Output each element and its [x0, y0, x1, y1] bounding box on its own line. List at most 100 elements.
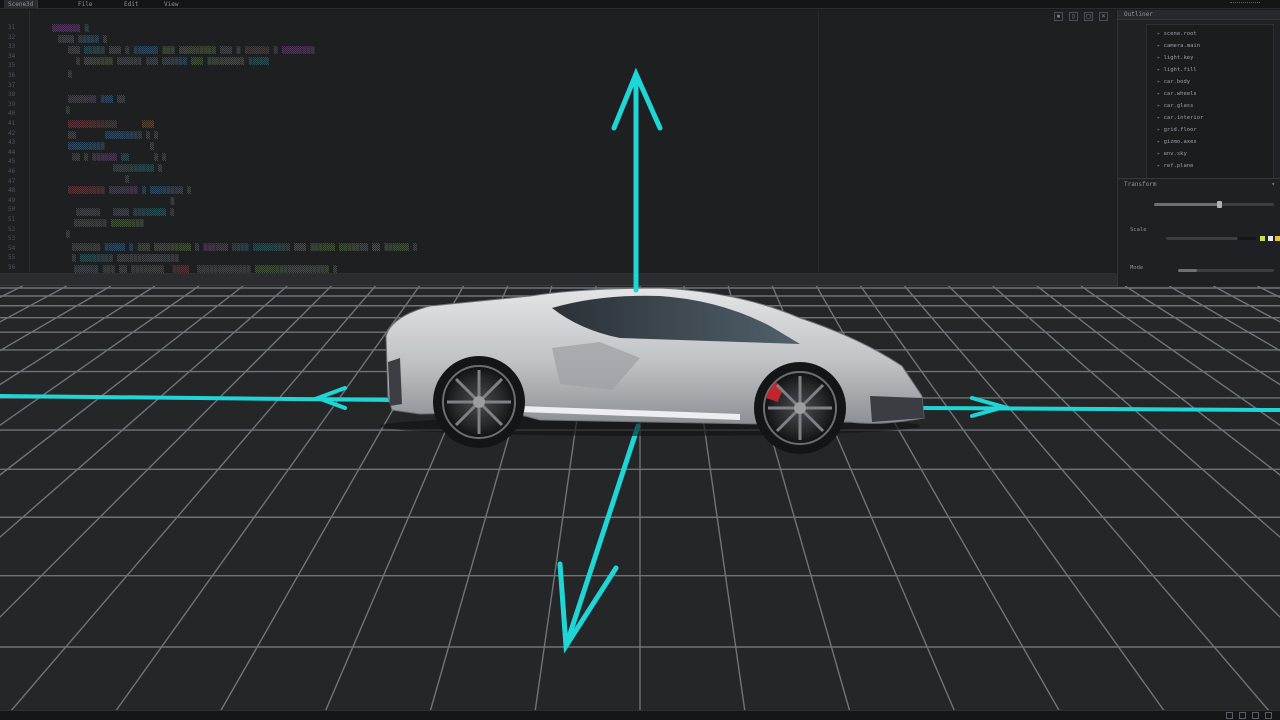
code-line: ░░░░░░░░░░ ░	[113, 164, 163, 172]
scale-slider[interactable]	[1166, 237, 1256, 240]
code-line: ░░ ░░░░░░░░░ ░ ░	[68, 131, 159, 139]
menu-edit[interactable]: Edit	[120, 0, 142, 9]
code-line: ░░░░ ░░░░░ ░	[58, 35, 108, 43]
window-drag-area[interactable]	[1230, 2, 1260, 6]
code-line: ░	[68, 70, 73, 78]
front-wheel[interactable]	[754, 362, 846, 454]
code-line: ░░░░░░░░ ░░░░░░░░	[74, 219, 144, 227]
outliner-item[interactable]: scene.root	[1157, 31, 1197, 37]
outliner-item[interactable]: car.glass	[1157, 103, 1194, 109]
tab-scene[interactable]: Scene3d	[4, 0, 39, 9]
line-number: 53	[8, 235, 16, 243]
line-number: 37	[8, 81, 16, 89]
line-number: 48	[8, 187, 16, 195]
timeline-slider[interactable]	[1154, 203, 1274, 206]
line-number: 42	[8, 129, 16, 137]
line-number: 52	[8, 225, 16, 233]
viewport-canvas[interactable]	[0, 286, 1280, 712]
outliner-item[interactable]: car.body	[1157, 79, 1191, 85]
code-line: ░	[66, 230, 71, 238]
line-number: 51	[8, 216, 16, 223]
outliner-item[interactable]: camera.main	[1157, 43, 1200, 49]
code-line: ░	[170, 197, 175, 205]
code-line: ░ ░░░░░░░ ░░░░░░ ░░░ ░░░░░░ ░░░ ░░░░░░░░…	[76, 57, 270, 65]
rear-wheel[interactable]	[433, 356, 525, 448]
color-swatch-white[interactable]	[1268, 236, 1273, 241]
line-number: 33	[8, 43, 16, 51]
outliner-item[interactable]: car.wheels	[1157, 91, 1197, 97]
line-number: 49	[8, 196, 16, 204]
line-number: 40	[8, 110, 16, 118]
side-panel: Outliner scene.root camera.main light.key l…	[1117, 10, 1280, 286]
pin-icon[interactable]: ▪	[1054, 12, 1063, 21]
panel-header: Outliner	[1118, 10, 1280, 20]
line-number: 46	[8, 168, 16, 175]
code-line: ░░ ░ ░░░░░░ ░░ ░ ░	[72, 153, 167, 161]
line-number-gutter: 31 32 33 34 35 36 37 38 39 40 41 42 43 44 45 46 47 48 49 50…	[0, 10, 30, 274]
color-swatch-green[interactable]	[1260, 236, 1265, 241]
code-line: ░░░░░░ ░░░ ░░ ░░░░░░░░ ░░░░ ░░░░░░░░░░░░…	[74, 265, 338, 273]
line-number: 34	[8, 52, 16, 60]
line-number: 43	[8, 139, 16, 147]
line-number: 44	[8, 148, 16, 156]
outliner-item[interactable]: car.interior	[1157, 115, 1204, 121]
properties-title: Transform	[1124, 181, 1157, 188]
gizmo-x-axis-right[interactable]	[920, 406, 1280, 412]
car-front-grille	[870, 396, 924, 422]
outliner-item[interactable]: light.fill	[1157, 67, 1197, 73]
line-number: 47	[8, 177, 16, 185]
code-line: ░░░░░░░░░ ░░░░░░░ ░ ░░░░░░░░ ░	[68, 186, 192, 194]
line-number: 36	[8, 72, 16, 79]
editor-toolbar: ▪ ▯ □ ×	[1054, 12, 1108, 21]
user-icon[interactable]	[1265, 712, 1272, 719]
line-number: 45	[8, 158, 16, 166]
viewport-header	[0, 274, 1117, 286]
expand-icon[interactable]: ▾	[1271, 181, 1275, 188]
outliner-item[interactable]: gizmo.axes	[1157, 139, 1197, 145]
slider-knob[interactable]	[1217, 201, 1222, 208]
scale-label: Scale	[1130, 227, 1147, 233]
line-number: 38	[8, 91, 16, 99]
outliner-item[interactable]: env.sky	[1157, 151, 1187, 157]
code-line: ░ ░░░░░░░░ ░░░░░░░░░░░░░░░	[72, 254, 179, 262]
properties-panel: Transform ▾ Scale Mode	[1118, 178, 1280, 286]
mode-slider[interactable]	[1178, 269, 1274, 272]
3d-viewport[interactable]	[0, 286, 1280, 712]
bell-icon[interactable]	[1252, 712, 1259, 719]
line-number: 41	[8, 120, 16, 127]
line-number: 56	[8, 264, 16, 271]
line-number: 54	[8, 244, 16, 252]
close-icon[interactable]: ×	[1099, 12, 1108, 21]
outliner-item[interactable]: light.key	[1157, 55, 1194, 61]
line-number: 39	[8, 100, 16, 108]
menu-file[interactable]: File	[74, 0, 96, 9]
gizmo-z-axis[interactable]	[563, 423, 641, 649]
outliner-tree[interactable]: scene.root camera.main light.key light.fill…	[1146, 24, 1274, 179]
line-number: 31	[8, 24, 16, 31]
code-editor[interactable]: ▪ ▯ □ × 31 32 33 34 35 36 37 38 39 40 41 42 43 44 45 46…	[0, 10, 1116, 274]
code-line: ░░░░░░░ ░░░░░ ░ ░░░ ░░░░░░░░░ ░ ░░░░░░ ░…	[72, 243, 418, 251]
color-swatch-yellow[interactable]	[1275, 236, 1280, 241]
mode-label: Mode	[1130, 265, 1144, 271]
split-icon[interactable]: ▯	[1069, 12, 1078, 21]
code-line: ░	[66, 106, 71, 114]
menu-view[interactable]: View	[160, 0, 182, 9]
car-model[interactable]	[380, 287, 925, 454]
car-rear	[388, 358, 402, 406]
line-number: 50	[8, 206, 16, 214]
code-line: ░░░░░░░░░░░░ ░░░	[68, 120, 155, 128]
line-number: 32	[8, 33, 16, 41]
gizmo-x-axis-left[interactable]	[0, 394, 392, 402]
settings-icon[interactable]	[1239, 712, 1246, 719]
outliner-item[interactable]: grid.floor	[1157, 127, 1197, 133]
maximize-icon[interactable]: □	[1084, 12, 1093, 21]
editor-column-guide	[818, 10, 819, 274]
code-line: ░░░░░░░░░ ░	[68, 142, 155, 150]
code-line: ░	[125, 175, 130, 183]
outliner-item[interactable]: ref.plane	[1157, 163, 1194, 169]
title-bar: Scene3d File Edit View	[0, 0, 1280, 9]
line-number: 55	[8, 254, 16, 262]
line-number: 35	[8, 62, 16, 70]
layout-icon[interactable]	[1226, 712, 1233, 719]
status-bar	[0, 710, 1280, 720]
